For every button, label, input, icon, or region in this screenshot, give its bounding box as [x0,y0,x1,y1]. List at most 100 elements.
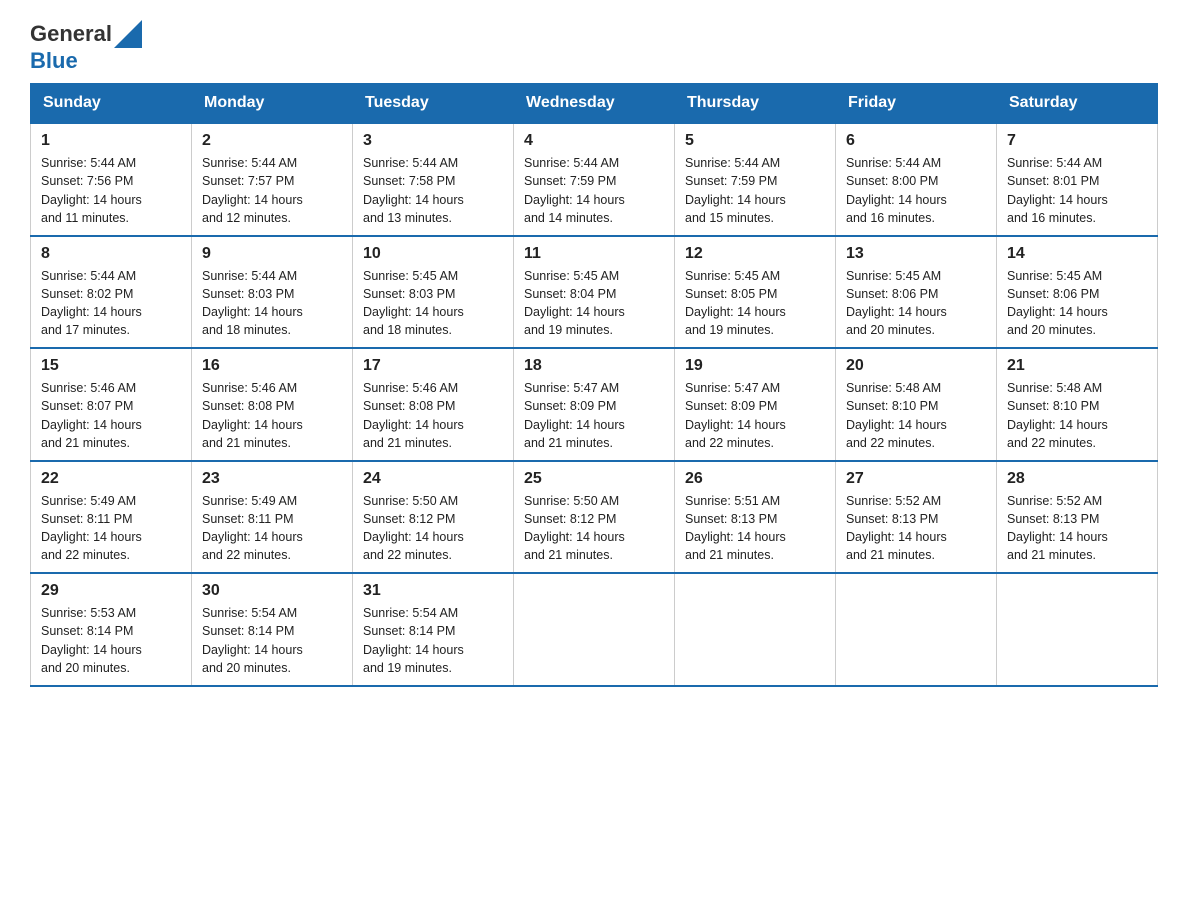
calendar-cell: 26 Sunrise: 5:51 AM Sunset: 8:13 PM Dayl… [675,461,836,574]
day-info: Sunrise: 5:44 AM Sunset: 8:03 PM Dayligh… [202,267,342,340]
calendar-cell [997,573,1158,686]
day-number: 7 [1007,132,1147,150]
calendar-cell [514,573,675,686]
day-info: Sunrise: 5:46 AM Sunset: 8:08 PM Dayligh… [202,379,342,452]
day-info: Sunrise: 5:45 AM Sunset: 8:06 PM Dayligh… [846,267,986,340]
day-info: Sunrise: 5:48 AM Sunset: 8:10 PM Dayligh… [1007,379,1147,452]
day-info: Sunrise: 5:50 AM Sunset: 8:12 PM Dayligh… [363,492,503,565]
calendar-week-2: 8 Sunrise: 5:44 AM Sunset: 8:02 PM Dayli… [31,236,1158,349]
calendar-week-4: 22 Sunrise: 5:49 AM Sunset: 8:11 PM Dayl… [31,461,1158,574]
day-number: 3 [363,132,503,150]
weekday-header-monday: Monday [192,84,353,124]
calendar-cell: 23 Sunrise: 5:49 AM Sunset: 8:11 PM Dayl… [192,461,353,574]
calendar-cell: 20 Sunrise: 5:48 AM Sunset: 8:10 PM Dayl… [836,348,997,461]
day-number: 20 [846,357,986,375]
day-number: 31 [363,582,503,600]
day-number: 16 [202,357,342,375]
day-number: 21 [1007,357,1147,375]
day-number: 28 [1007,470,1147,488]
page-header: General Blue [30,20,1158,73]
calendar-cell: 7 Sunrise: 5:44 AM Sunset: 8:01 PM Dayli… [997,123,1158,236]
calendar-cell: 25 Sunrise: 5:50 AM Sunset: 8:12 PM Dayl… [514,461,675,574]
calendar-cell [836,573,997,686]
day-info: Sunrise: 5:44 AM Sunset: 7:57 PM Dayligh… [202,154,342,227]
calendar-cell: 17 Sunrise: 5:46 AM Sunset: 8:08 PM Dayl… [353,348,514,461]
day-info: Sunrise: 5:54 AM Sunset: 8:14 PM Dayligh… [363,604,503,677]
day-number: 30 [202,582,342,600]
calendar-cell: 3 Sunrise: 5:44 AM Sunset: 7:58 PM Dayli… [353,123,514,236]
calendar-cell: 18 Sunrise: 5:47 AM Sunset: 8:09 PM Dayl… [514,348,675,461]
day-info: Sunrise: 5:48 AM Sunset: 8:10 PM Dayligh… [846,379,986,452]
calendar-cell: 5 Sunrise: 5:44 AM Sunset: 7:59 PM Dayli… [675,123,836,236]
weekday-header-tuesday: Tuesday [353,84,514,124]
logo-triangle-icon [114,20,142,48]
calendar-cell: 19 Sunrise: 5:47 AM Sunset: 8:09 PM Dayl… [675,348,836,461]
calendar-week-1: 1 Sunrise: 5:44 AM Sunset: 7:56 PM Dayli… [31,123,1158,236]
logo-text-blue: Blue [30,48,142,73]
day-number: 8 [41,245,181,263]
calendar-cell: 28 Sunrise: 5:52 AM Sunset: 8:13 PM Dayl… [997,461,1158,574]
day-info: Sunrise: 5:44 AM Sunset: 7:59 PM Dayligh… [524,154,664,227]
calendar-week-3: 15 Sunrise: 5:46 AM Sunset: 8:07 PM Dayl… [31,348,1158,461]
day-number: 23 [202,470,342,488]
day-number: 15 [41,357,181,375]
day-info: Sunrise: 5:52 AM Sunset: 8:13 PM Dayligh… [846,492,986,565]
day-info: Sunrise: 5:49 AM Sunset: 8:11 PM Dayligh… [41,492,181,565]
day-number: 22 [41,470,181,488]
day-number: 14 [1007,245,1147,263]
day-number: 1 [41,132,181,150]
day-info: Sunrise: 5:49 AM Sunset: 8:11 PM Dayligh… [202,492,342,565]
calendar-cell [675,573,836,686]
calendar-week-5: 29 Sunrise: 5:53 AM Sunset: 8:14 PM Dayl… [31,573,1158,686]
day-info: Sunrise: 5:44 AM Sunset: 7:59 PM Dayligh… [685,154,825,227]
day-number: 11 [524,245,664,263]
calendar-header-row: SundayMondayTuesdayWednesdayThursdayFrid… [31,84,1158,124]
calendar-cell: 11 Sunrise: 5:45 AM Sunset: 8:04 PM Dayl… [514,236,675,349]
day-info: Sunrise: 5:44 AM Sunset: 7:56 PM Dayligh… [41,154,181,227]
day-number: 13 [846,245,986,263]
logo: General Blue [30,20,142,73]
calendar-cell: 4 Sunrise: 5:44 AM Sunset: 7:59 PM Dayli… [514,123,675,236]
day-info: Sunrise: 5:47 AM Sunset: 8:09 PM Dayligh… [685,379,825,452]
calendar-cell: 14 Sunrise: 5:45 AM Sunset: 8:06 PM Dayl… [997,236,1158,349]
day-number: 9 [202,245,342,263]
day-number: 6 [846,132,986,150]
day-info: Sunrise: 5:45 AM Sunset: 8:05 PM Dayligh… [685,267,825,340]
day-info: Sunrise: 5:54 AM Sunset: 8:14 PM Dayligh… [202,604,342,677]
weekday-header-wednesday: Wednesday [514,84,675,124]
day-number: 17 [363,357,503,375]
day-info: Sunrise: 5:44 AM Sunset: 7:58 PM Dayligh… [363,154,503,227]
calendar-cell: 15 Sunrise: 5:46 AM Sunset: 8:07 PM Dayl… [31,348,192,461]
day-number: 4 [524,132,664,150]
weekday-header-friday: Friday [836,84,997,124]
weekday-header-sunday: Sunday [31,84,192,124]
calendar-cell: 6 Sunrise: 5:44 AM Sunset: 8:00 PM Dayli… [836,123,997,236]
day-number: 5 [685,132,825,150]
day-number: 12 [685,245,825,263]
day-number: 2 [202,132,342,150]
calendar-cell: 31 Sunrise: 5:54 AM Sunset: 8:14 PM Dayl… [353,573,514,686]
calendar-cell: 13 Sunrise: 5:45 AM Sunset: 8:06 PM Dayl… [836,236,997,349]
calendar-cell: 27 Sunrise: 5:52 AM Sunset: 8:13 PM Dayl… [836,461,997,574]
day-number: 10 [363,245,503,263]
day-number: 27 [846,470,986,488]
day-info: Sunrise: 5:51 AM Sunset: 8:13 PM Dayligh… [685,492,825,565]
day-info: Sunrise: 5:45 AM Sunset: 8:06 PM Dayligh… [1007,267,1147,340]
calendar-cell: 9 Sunrise: 5:44 AM Sunset: 8:03 PM Dayli… [192,236,353,349]
day-number: 19 [685,357,825,375]
calendar-cell: 16 Sunrise: 5:46 AM Sunset: 8:08 PM Dayl… [192,348,353,461]
day-info: Sunrise: 5:50 AM Sunset: 8:12 PM Dayligh… [524,492,664,565]
day-number: 26 [685,470,825,488]
calendar-cell: 8 Sunrise: 5:44 AM Sunset: 8:02 PM Dayli… [31,236,192,349]
day-info: Sunrise: 5:46 AM Sunset: 8:07 PM Dayligh… [41,379,181,452]
day-info: Sunrise: 5:53 AM Sunset: 8:14 PM Dayligh… [41,604,181,677]
weekday-header-saturday: Saturday [997,84,1158,124]
calendar-cell: 24 Sunrise: 5:50 AM Sunset: 8:12 PM Dayl… [353,461,514,574]
day-info: Sunrise: 5:45 AM Sunset: 8:03 PM Dayligh… [363,267,503,340]
calendar-cell: 21 Sunrise: 5:48 AM Sunset: 8:10 PM Dayl… [997,348,1158,461]
calendar-cell: 29 Sunrise: 5:53 AM Sunset: 8:14 PM Dayl… [31,573,192,686]
calendar-cell: 10 Sunrise: 5:45 AM Sunset: 8:03 PM Dayl… [353,236,514,349]
calendar-cell: 22 Sunrise: 5:49 AM Sunset: 8:11 PM Dayl… [31,461,192,574]
calendar-cell: 2 Sunrise: 5:44 AM Sunset: 7:57 PM Dayli… [192,123,353,236]
day-number: 29 [41,582,181,600]
